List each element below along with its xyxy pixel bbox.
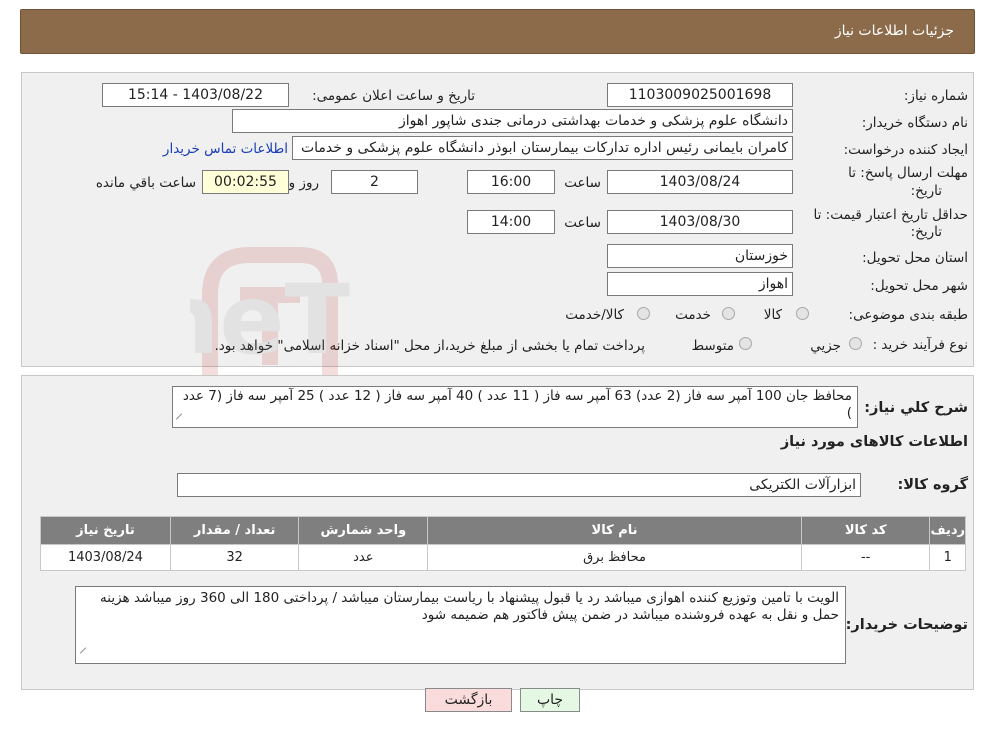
description-label: شرح كلي نياز: — [864, 400, 968, 416]
buyer-org-label: نام دستگاه خریدار: — [861, 115, 968, 131]
process-type-label: نوع فرآیند خرید : — [872, 337, 968, 353]
deadline-date-field: 1403/08/24 — [607, 170, 793, 194]
goods-table: ردیف کد کالا نام کالا واحد شمارش تعداد /… — [40, 516, 966, 571]
process-medium-label: متوسط — [691, 338, 734, 354]
city-label: شهر محل تحویل: — [870, 278, 968, 294]
col-unit: واحد شمارش — [298, 516, 429, 545]
goods-code-cell: -- — [800, 544, 931, 571]
category-goods-service-radio[interactable] — [637, 307, 650, 320]
goods-group-field: ابزارآلات الكتريكی — [177, 473, 861, 497]
province-field: خوزستان — [607, 244, 793, 268]
buyer-org-field: دانشگاه علوم پزشکی و خدمات بهداشتی درمان… — [232, 109, 793, 133]
row-number-cell: 1 — [929, 544, 966, 571]
price-validity-label: حداقل تاریخ اعتبار قیمت: تا — [813, 207, 968, 223]
goods-section-title: اطلاعات كالاهای مورد نیاز — [780, 434, 968, 450]
buyer-contact-link[interactable]: اطلاعات تماس خریدار — [163, 141, 288, 157]
col-need-date: تاریخ نیاز — [40, 516, 171, 545]
need-number-label: شماره نیاز: — [903, 88, 968, 104]
print-button[interactable]: چاپ — [520, 688, 580, 712]
col-row-number: ردیف — [929, 516, 966, 545]
category-label: طبقه بندی موضوعی: — [848, 307, 968, 323]
deadline-label-date: تاریخ: — [910, 183, 942, 199]
col-goods-name: نام کالا — [427, 516, 802, 545]
price-validity-time-field: 14:00 — [467, 210, 555, 234]
col-quantity: تعداد / مقدار — [169, 516, 300, 545]
category-service-label: خدمت — [675, 307, 711, 323]
col-goods-code: کد کالا — [800, 516, 931, 545]
province-label: استان محل تحویل: — [862, 250, 968, 266]
need-number-field: 1103009025001698 — [607, 83, 793, 107]
price-validity-label-date: تاریخ: — [910, 224, 942, 240]
announce-date-field: 1403/08/22 - 15:14 — [102, 83, 289, 107]
back-button[interactable]: بازگشت — [425, 688, 512, 712]
process-minor-label: جزیي — [810, 338, 841, 354]
goods-group-label: گروه کالا: — [897, 477, 968, 493]
requester-field: کامران بایمانی رئیس اداره تدارکات بیمارس… — [292, 136, 793, 160]
price-validity-date-field: 1403/08/30 — [607, 210, 793, 234]
page-header: جزئیات اطلاعات نیاز — [20, 9, 975, 54]
quantity-cell: 32 — [169, 544, 300, 571]
deadline-time-field: 16:00 — [467, 170, 555, 194]
category-service-radio[interactable] — [722, 307, 735, 320]
page-title: جزئیات اطلاعات نیاز — [834, 23, 954, 39]
requester-label: ایجاد کننده درخواست: — [843, 142, 968, 158]
deadline-time-label: ساعت — [564, 175, 601, 191]
days-remaining-field: 2 — [331, 170, 418, 194]
description-text: محافظ جان 100 آمپر سه فاز (2 عدد) 63 آمپ… — [172, 386, 858, 428]
process-medium-radio[interactable] — [739, 337, 752, 350]
category-goods-label: کالا — [763, 307, 782, 323]
days-label: روز و — [288, 175, 319, 191]
buyer-notes-label: توضیحات خریدار: — [845, 617, 968, 633]
time-remaining-label: ساعت باقي مانده — [95, 175, 196, 191]
need-date-cell: 1403/08/24 — [40, 544, 171, 571]
treasury-note: پرداخت تمام یا بخشی از مبلغ خرید،از محل … — [214, 338, 645, 354]
deadline-label: مهلت ارسال پاسخ: تا — [848, 165, 968, 181]
category-goods-radio[interactable] — [796, 307, 809, 320]
category-goods-service-label: کالا/خدمت — [565, 307, 624, 323]
goods-name-cell: محافظ برق — [427, 544, 802, 571]
buyer-notes-text: الویت با تامین وتوزیع کننده اهوازی میباش… — [75, 586, 846, 664]
announce-date-label: تاریخ و ساعت اعلان عمومی: — [312, 88, 475, 104]
price-validity-time-label: ساعت — [564, 215, 601, 231]
table-row: 1 -- محافظ برق عدد 32 1403/08/24 — [40, 544, 966, 571]
city-field: اهواز — [607, 272, 793, 296]
time-remaining-field: 00:02:55 — [202, 170, 289, 194]
unit-cell: عدد — [298, 544, 429, 571]
goods-table-header-row: ردیف کد کالا نام کالا واحد شمارش تعداد /… — [40, 516, 966, 545]
process-minor-radio[interactable] — [849, 337, 862, 350]
